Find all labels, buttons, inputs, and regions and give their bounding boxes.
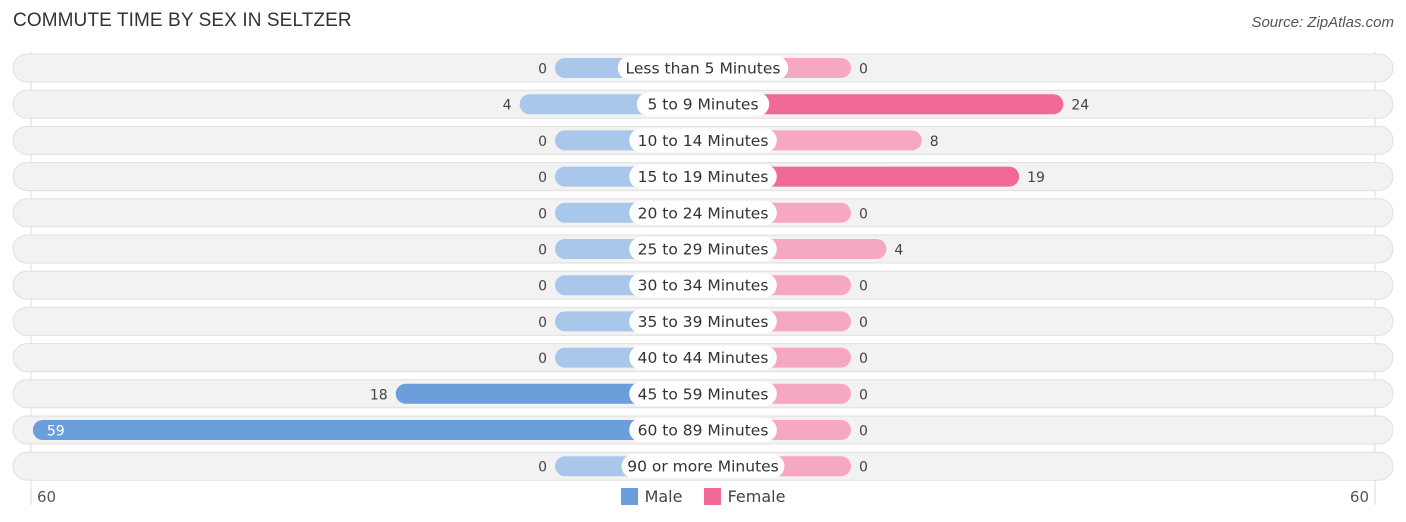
male-value-label: 0 (538, 460, 547, 476)
legend-label-female: Female (727, 487, 786, 506)
legend-swatch-male (620, 488, 638, 505)
category-label: 20 to 24 Minutes (638, 204, 769, 222)
female-value-label: 0 (859, 387, 868, 403)
female-value-label: 8 (930, 134, 939, 150)
legend-item-female: Female (703, 487, 786, 506)
male-bar (32, 420, 704, 440)
female-value-label: 0 (859, 315, 868, 331)
category-label: 10 to 14 Minutes (638, 132, 769, 150)
legend-item-male: Male (620, 487, 683, 506)
female-value-label: 0 (859, 351, 868, 367)
chart-area: Less than 5 Minutes 0 0 5 to 9 Minutes 4 24 10… (12, 52, 1394, 505)
category-label: 30 to 34 Minutes (638, 277, 769, 295)
female-value-label: 0 (859, 460, 868, 476)
male-value-label: 18 (370, 387, 388, 403)
female-value-label: 19 (1027, 170, 1045, 186)
male-value-label: 0 (538, 279, 547, 295)
category-label: 15 to 19 Minutes (638, 168, 769, 186)
category-label: 60 to 89 Minutes (638, 422, 769, 440)
female-value-label: 0 (859, 424, 868, 440)
female-value-label: 0 (859, 62, 868, 78)
category-label: Less than 5 Minutes (626, 60, 781, 78)
male-value-label: 0 (538, 243, 547, 259)
male-value-label: 0 (538, 62, 547, 78)
male-value-label: 4 (503, 98, 512, 114)
legend-swatch-female (703, 488, 721, 505)
legend-label-male: Male (644, 487, 683, 506)
category-label: 5 to 9 Minutes (647, 96, 758, 114)
category-label: 45 to 59 Minutes (638, 385, 769, 403)
category-label: 90 or more Minutes (627, 458, 779, 476)
category-label: 25 to 29 Minutes (638, 241, 769, 259)
category-label: 40 to 44 Minutes (638, 349, 769, 367)
male-value-label: 0 (538, 134, 547, 150)
male-value-label: 0 (538, 206, 547, 222)
male-value-label: 0 (538, 315, 547, 331)
female-value-label: 0 (859, 206, 868, 222)
legend: Male Female (0, 487, 1406, 509)
female-value-label: 4 (894, 243, 903, 259)
male-value-label: 59 (47, 424, 65, 440)
male-value-label: 0 (538, 351, 547, 367)
category-label: 35 to 39 Minutes (638, 313, 769, 331)
male-value-label: 0 (538, 170, 547, 186)
female-value-label: 24 (1071, 98, 1089, 114)
female-value-label: 0 (859, 279, 868, 295)
